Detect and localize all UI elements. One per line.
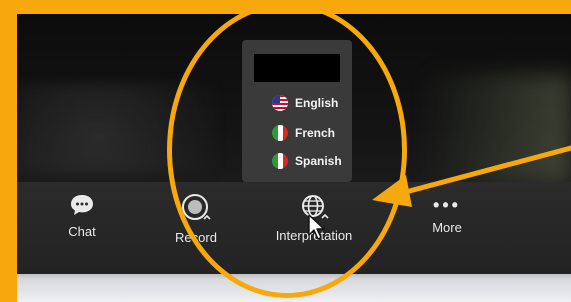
chat-button[interactable]: Chat (57, 192, 107, 239)
language-option-spanish[interactable]: Spanish (272, 150, 342, 172)
video-background-right (421, 74, 571, 184)
language-label: English (295, 96, 339, 110)
language-option-french[interactable]: French (272, 122, 335, 144)
more-button[interactable]: ••• More (417, 196, 477, 235)
more-label: More (432, 220, 462, 235)
mouse-cursor-icon (308, 214, 325, 240)
record-label: Record (175, 230, 217, 245)
meeting-screen: English French Spanish Chat Record Inter… (17, 14, 571, 302)
spain-flag-icon (272, 153, 288, 169)
us-flag-icon (272, 95, 288, 111)
redacted-header (254, 54, 340, 82)
france-flag-icon (272, 125, 288, 141)
chat-bubble-icon (71, 195, 93, 215)
meeting-toolbar: Chat Record Interpretation ••• More (17, 182, 571, 274)
interpretation-language-menu: English French Spanish (242, 40, 352, 182)
video-background-left (17, 84, 217, 174)
record-button[interactable]: Record (165, 192, 227, 245)
more-dots-icon: ••• (433, 195, 461, 215)
record-icon (182, 194, 211, 220)
language-option-english[interactable]: English (272, 92, 338, 114)
language-label: French (295, 126, 336, 140)
language-label: Spanish (295, 154, 342, 168)
chat-label: Chat (68, 224, 96, 239)
